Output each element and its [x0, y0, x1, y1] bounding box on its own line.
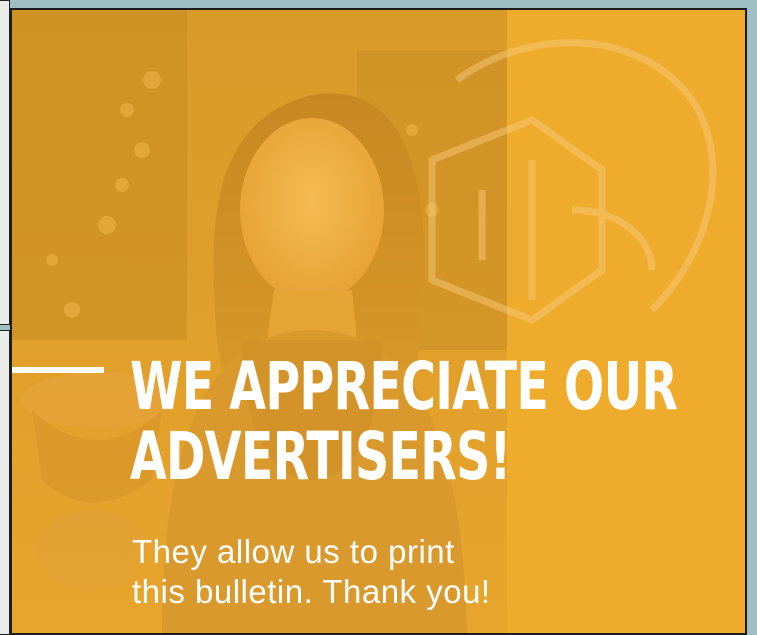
accent-line	[12, 367, 104, 373]
subtext: They allow us to print this bulletin. Th…	[132, 532, 491, 612]
headline-line-2: ADVERTISERS!	[130, 418, 511, 495]
subtext-line-2: this bulletin. Thank you!	[132, 573, 491, 610]
headline-line-1: WE APPRECIATE OUR	[130, 348, 678, 425]
advertiser-appreciation-ad: WE APPRECIATE OUR ADVERTISERS! They allo…	[10, 8, 747, 635]
page-fragment-bottom	[0, 330, 10, 635]
headline: WE APPRECIATE OUR ADVERTISERS!	[130, 348, 678, 495]
page-fragment-top	[0, 0, 10, 325]
subtext-line-1: They allow us to print	[132, 533, 455, 570]
